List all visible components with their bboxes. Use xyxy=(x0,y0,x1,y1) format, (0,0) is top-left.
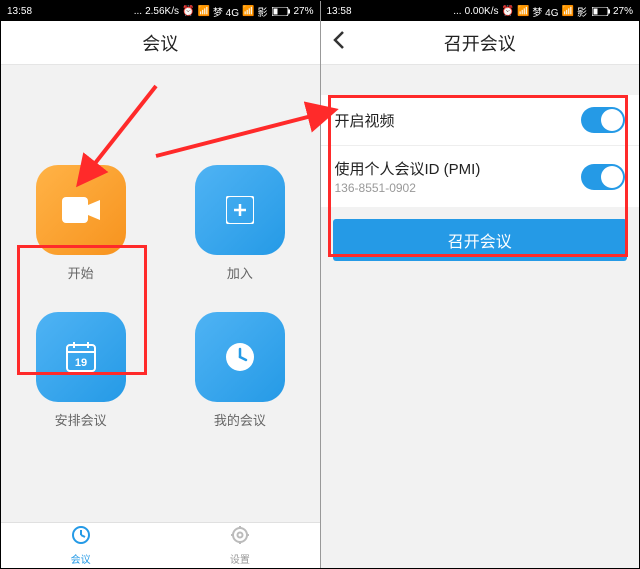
tile-join-label: 加入 xyxy=(227,263,253,282)
signal-icon: 📶 xyxy=(562,6,574,17)
alarm-icon: ⏰ xyxy=(182,6,194,17)
header: 召开会议 xyxy=(321,21,640,65)
status-battery-pct: 27% xyxy=(293,6,313,17)
back-button[interactable] xyxy=(333,31,345,55)
status-carrier1: 梦 4G xyxy=(213,4,239,19)
status-battery-pct: 27% xyxy=(613,6,633,17)
toggle-use-pmi[interactable] xyxy=(581,164,625,190)
status-time: 13:58 xyxy=(327,6,352,17)
content: 开始 加入 19 安排会议 xyxy=(1,65,320,522)
calendar-icon: 19 xyxy=(36,312,126,402)
nav-settings[interactable]: 设置 xyxy=(160,523,319,568)
alarm-icon: ⏰ xyxy=(502,6,514,17)
signal-icon: 📶 xyxy=(517,6,529,17)
nav-meetings-label: 会议 xyxy=(71,551,91,566)
toggle-enable-video[interactable] xyxy=(581,107,625,133)
status-carrier2: 影 xyxy=(257,4,267,19)
row-enable-video[interactable]: 开启视频 xyxy=(321,95,640,146)
row-use-pmi-label: 使用个人会议ID (PMI) xyxy=(335,158,481,179)
plus-icon xyxy=(195,165,285,255)
content: 开启视频 使用个人会议ID (PMI) 136-8551-0902 召开会议 xyxy=(321,65,640,568)
page-title: 召开会议 xyxy=(444,30,516,56)
tile-schedule-label: 安排会议 xyxy=(55,410,107,429)
status-speed: 2.56K/s xyxy=(145,6,179,17)
video-camera-icon xyxy=(36,165,126,255)
tile-my-meetings[interactable]: 我的会议 xyxy=(160,312,319,429)
tile-my-meetings-label: 我的会议 xyxy=(214,410,266,429)
signal-icon: 📶 xyxy=(242,6,254,17)
tile-start-label: 开始 xyxy=(68,263,94,282)
start-meeting-button[interactable]: 召开会议 xyxy=(333,219,628,261)
clock-icon xyxy=(195,312,285,402)
svg-text:19: 19 xyxy=(75,357,87,369)
header: 会议 xyxy=(1,21,320,65)
page-title: 会议 xyxy=(142,30,178,56)
bottom-nav: 会议 设置 xyxy=(1,522,320,568)
tile-start[interactable]: 开始 xyxy=(1,165,160,282)
nav-settings-label: 设置 xyxy=(230,551,250,566)
gear-icon xyxy=(230,525,250,550)
status-bar: 13:58 ... 2.56K/s ⏰ 📶 梦 4G 📶 影 27% xyxy=(1,1,320,21)
status-time: 13:58 xyxy=(7,6,32,17)
battery-icon xyxy=(590,7,610,16)
status-bar: 13:58 ... 0.00K/s ⏰ 📶 梦 4G 📶 影 27% xyxy=(321,1,640,21)
clock-icon xyxy=(71,525,91,550)
battery-icon xyxy=(270,7,290,16)
tile-schedule[interactable]: 19 安排会议 xyxy=(1,312,160,429)
row-pmi-value: 136-8551-0902 xyxy=(335,181,481,195)
signal-icon: 📶 xyxy=(197,6,209,17)
row-enable-video-label: 开启视频 xyxy=(335,110,395,131)
status-carrier1: 梦 4G xyxy=(532,4,558,19)
status-carrier2: 影 xyxy=(577,4,587,19)
status-speed: 0.00K/s xyxy=(465,6,499,17)
start-meeting-button-label: 召开会议 xyxy=(448,228,512,252)
nav-meetings[interactable]: 会议 xyxy=(1,523,160,568)
tile-join[interactable]: 加入 xyxy=(160,165,319,282)
row-use-pmi[interactable]: 使用个人会议ID (PMI) 136-8551-0902 xyxy=(321,146,640,207)
